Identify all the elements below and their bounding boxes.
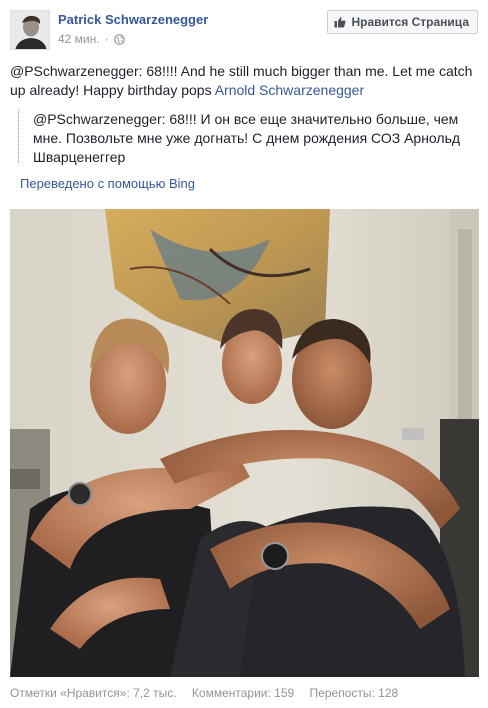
avatar[interactable] [10, 10, 50, 50]
meta-separator: · [104, 32, 109, 46]
shares-count[interactable]: Перепосты: 128 [310, 686, 399, 700]
post-time[interactable]: 42 мин. [58, 32, 100, 46]
like-page-button[interactable]: Нравится Страница [327, 10, 478, 34]
post-photo[interactable] [10, 209, 479, 677]
translated-by-link[interactable]: Переведено с помощью Bing [20, 176, 195, 191]
post-stats: Отметки «Нравится»: 7,2 тыс. Комментарии… [10, 686, 478, 700]
post-header: Patrick Schwarzenegger 42 мин. · Нравитс… [10, 10, 478, 50]
post-meta: 42 мин. · [58, 32, 125, 46]
globe-icon[interactable] [113, 33, 125, 45]
translation-block: @PSchwarzenegger: 68!!! И он все еще зна… [18, 110, 476, 165]
comments-count[interactable]: Комментарии: 159 [192, 686, 294, 700]
author-name[interactable]: Patrick Schwarzenegger [58, 12, 208, 27]
translation-text: @PSchwarzenegger: 68!!! И он все еще зна… [33, 111, 461, 165]
likes-count[interactable]: Отметки «Нравится»: 7,2 тыс. [10, 686, 177, 700]
mention-link[interactable]: Arnold Schwarzenegger [215, 82, 364, 98]
post-text: @PSchwarzenegger: 68!!!! And he still mu… [10, 62, 478, 100]
thumbs-up-icon [334, 17, 346, 28]
like-page-label: Нравится Страница [351, 15, 469, 29]
